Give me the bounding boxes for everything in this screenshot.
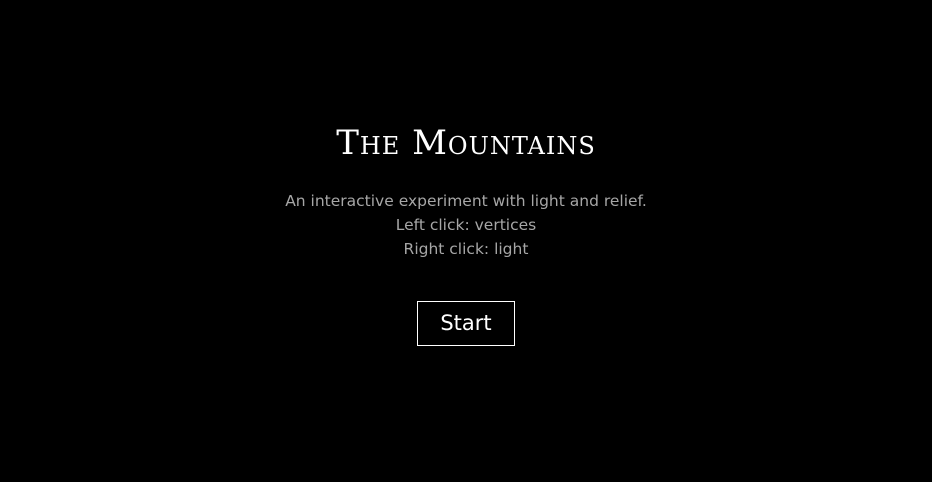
page-title: The Mountains xyxy=(336,123,596,163)
left-click-instruction: Left click: vertices xyxy=(395,216,537,234)
instructions: An interactive experiment with light and… xyxy=(0,189,932,261)
intro-screen: The Mountains An interactive experiment … xyxy=(0,0,932,482)
start-button[interactable]: Start xyxy=(417,301,515,346)
right-click-instruction: Right click: light xyxy=(403,240,529,258)
description-line: An interactive experiment with light and… xyxy=(285,192,647,210)
